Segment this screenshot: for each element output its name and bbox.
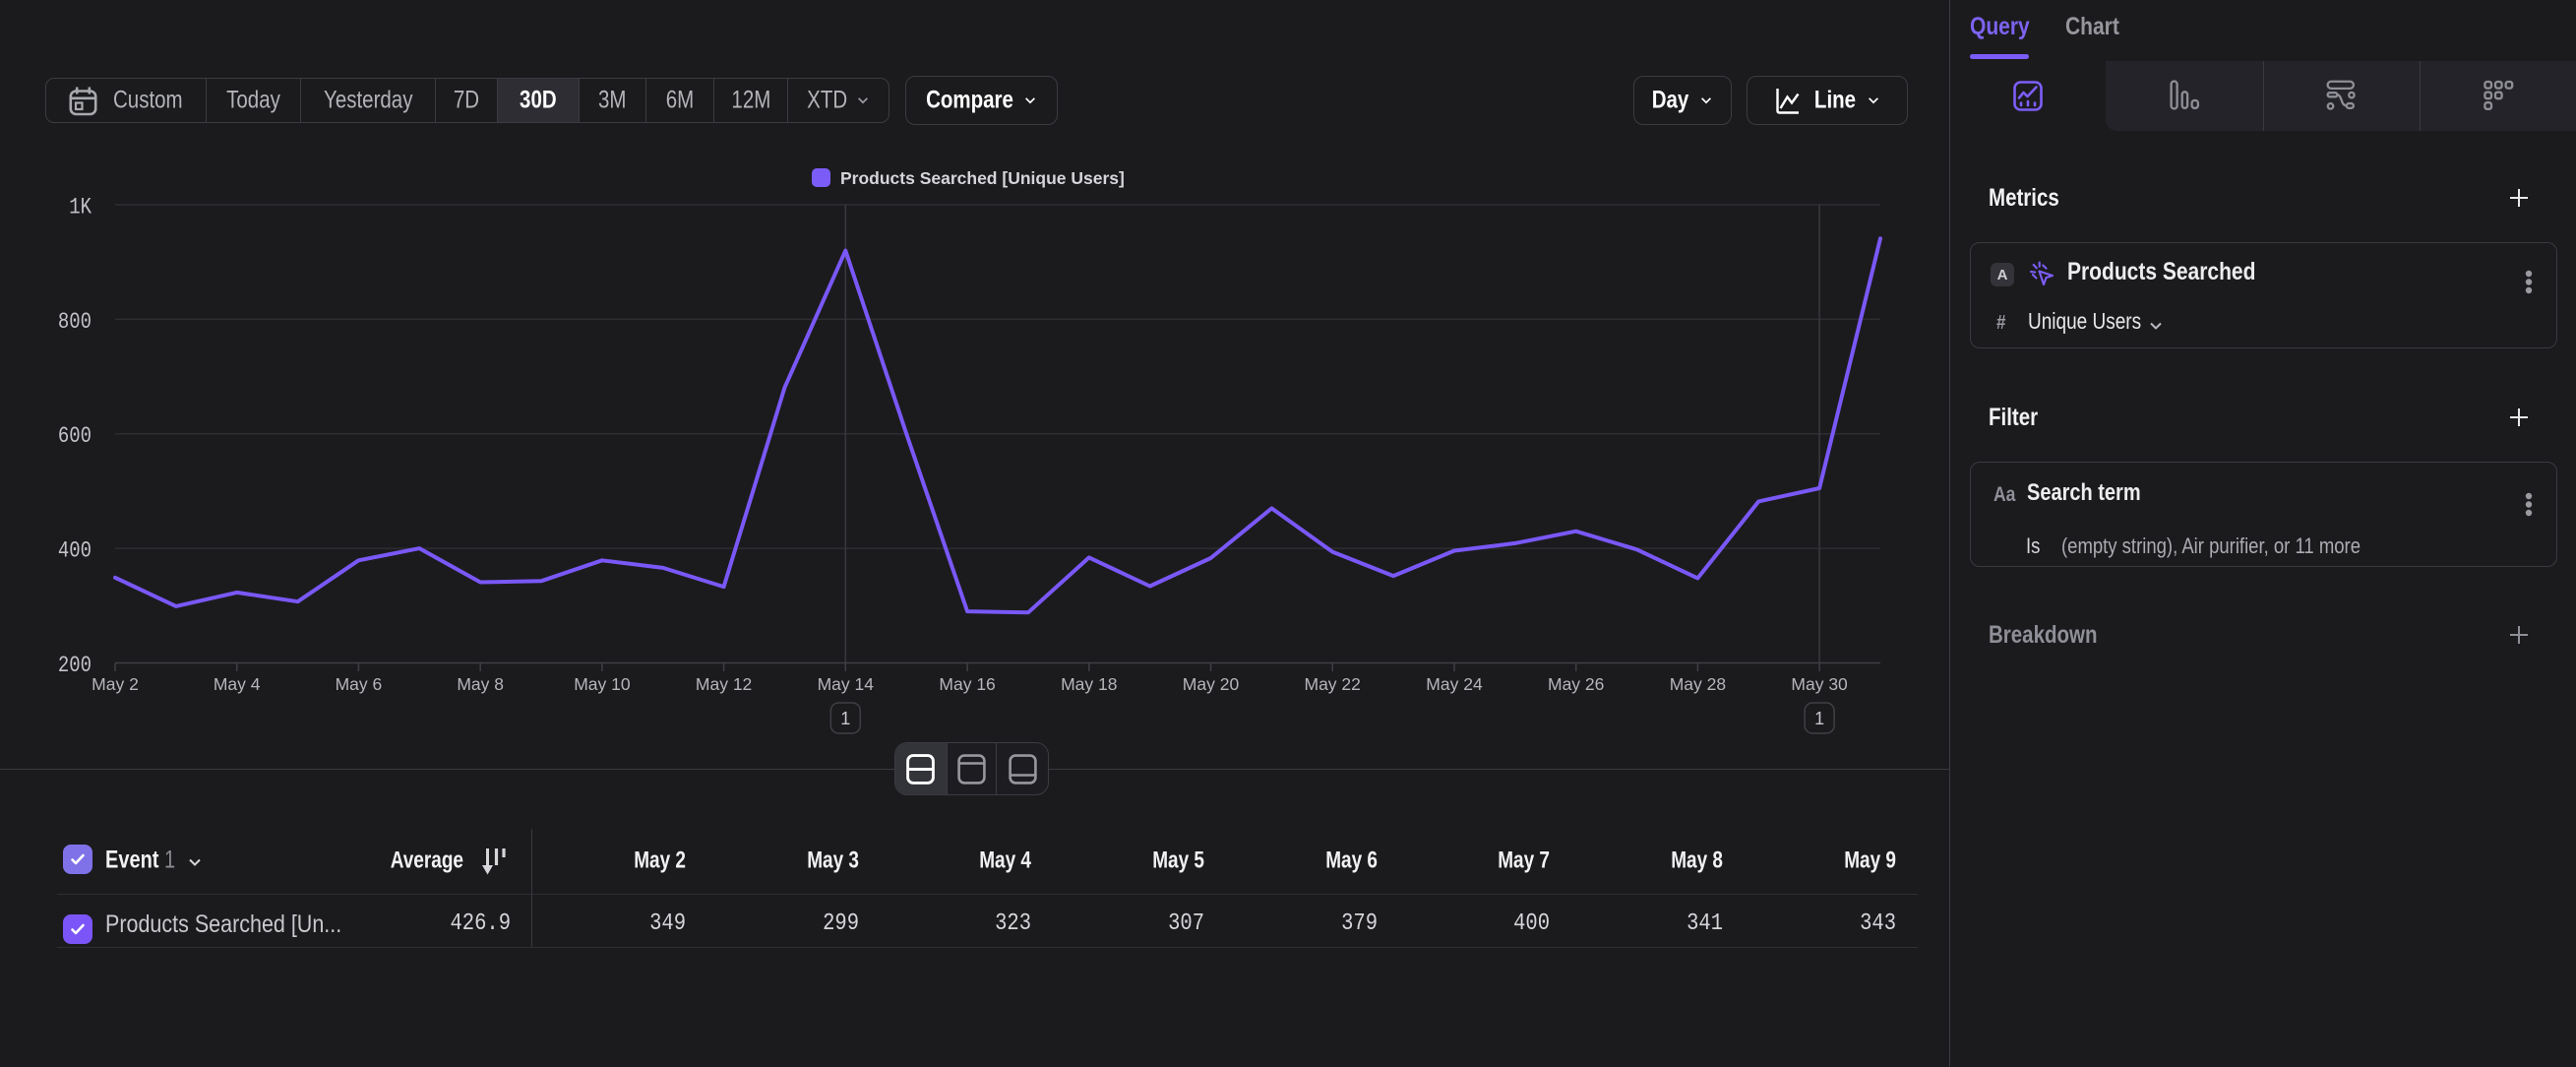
svg-text:May 18: May 18 [1061, 674, 1117, 694]
svg-text:May 14: May 14 [818, 674, 875, 694]
svg-text:400: 400 [58, 539, 92, 564]
svg-text:May 26: May 26 [1548, 674, 1604, 694]
svg-text:200: 200 [58, 655, 92, 679]
svg-text:1: 1 [1814, 709, 1824, 728]
svg-text:May 10: May 10 [574, 674, 631, 694]
svg-text:800: 800 [58, 311, 92, 336]
svg-text:May 22: May 22 [1305, 674, 1361, 694]
svg-text:May 16: May 16 [939, 674, 995, 694]
svg-text:May 20: May 20 [1183, 674, 1240, 694]
svg-text:May 2: May 2 [92, 674, 139, 694]
svg-text:1K: 1K [69, 196, 92, 220]
svg-text:600: 600 [58, 425, 92, 450]
svg-text:Products Searched [Unique User: Products Searched [Unique Users] [840, 168, 1125, 188]
svg-text:May 24: May 24 [1426, 674, 1483, 694]
svg-text:May 28: May 28 [1670, 674, 1726, 694]
svg-text:May 12: May 12 [696, 674, 752, 694]
svg-text:May 4: May 4 [214, 674, 261, 694]
svg-text:1: 1 [840, 709, 850, 728]
svg-text:May 30: May 30 [1791, 674, 1848, 694]
svg-text:May 6: May 6 [336, 674, 383, 694]
svg-text:May 8: May 8 [457, 674, 504, 694]
